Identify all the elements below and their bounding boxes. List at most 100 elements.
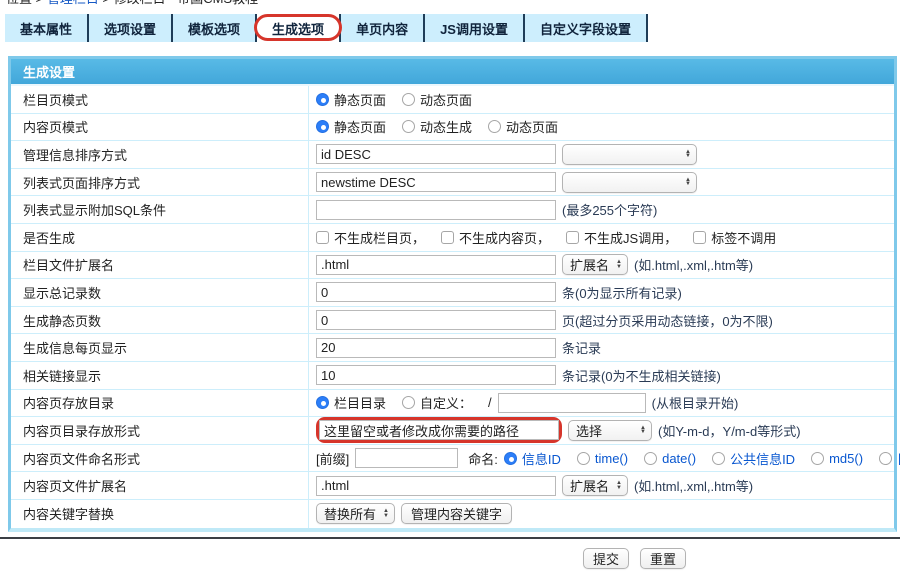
hint-text: (如Y-m-d，Y/m-d等形式) bbox=[658, 421, 801, 440]
select-arrows-icon: ▲▼ bbox=[383, 509, 389, 518]
generate-settings-panel: 生成设置 栏目页模式 静态页面 动态页面 内容页模式 静态页面 动态生成 动态页… bbox=[8, 56, 897, 532]
manage-keywords-button[interactable]: 管理内容关键字 bbox=[401, 503, 512, 524]
radio-dynamic-page[interactable]: 动态页面 bbox=[402, 90, 472, 109]
row-list-page-sort: 列表式页面排序方式 ▲▼ bbox=[11, 169, 894, 197]
keyword-replace-select[interactable]: 替换所有 ▲▼ bbox=[316, 503, 395, 524]
row-items-per-page: 生成信息每页显示 条记录 bbox=[11, 334, 894, 362]
radio-dynamic-generate[interactable]: 动态生成 bbox=[402, 117, 472, 136]
row-label: 显示总记录数 bbox=[11, 279, 309, 306]
tab-bar: 基本属性 选项设置 模板选项 生成选项 单页内容 JS调用设置 自定义字段设置 bbox=[5, 14, 648, 42]
radio-static-page[interactable]: 静态页面 bbox=[316, 90, 386, 109]
radio-public-info-id[interactable]: 公共信息ID bbox=[712, 449, 795, 468]
row-content-file-ext: 内容页文件扩展名 扩展名▲▼ (如.html,.xml,.htm等) bbox=[11, 472, 894, 500]
radio-on-icon[interactable] bbox=[316, 120, 329, 133]
content-ext-select[interactable]: 扩展名▲▼ bbox=[562, 475, 628, 496]
manage-sort-select[interactable]: ▲▼ bbox=[562, 144, 697, 165]
checkbox-icon[interactable] bbox=[441, 231, 454, 244]
radio-label: 自定义： bbox=[420, 393, 472, 412]
dir-format-input[interactable] bbox=[319, 420, 559, 440]
radio-on-icon[interactable] bbox=[316, 396, 329, 409]
radio-off-icon[interactable] bbox=[402, 93, 415, 106]
content-ext-input[interactable] bbox=[316, 476, 556, 496]
items-per-page-input[interactable] bbox=[316, 338, 556, 358]
column-ext-select[interactable]: 扩展名▲▼ bbox=[562, 254, 628, 275]
checkbox-no-js-call[interactable]: 不生成JS调用， bbox=[566, 228, 677, 247]
hint-text: 条记录(0为不生成相关链接) bbox=[562, 366, 721, 385]
radio-date[interactable]: date() bbox=[644, 451, 696, 466]
select-arrows-icon: ▲▼ bbox=[685, 178, 691, 187]
reset-button[interactable]: 重置 bbox=[640, 548, 686, 569]
row-static-pages: 生成静态页数 页(超过分页采用动态链接，0为不限) bbox=[11, 307, 894, 335]
radio-md5[interactable]: md5() bbox=[811, 451, 863, 466]
radio-off-icon[interactable] bbox=[402, 120, 415, 133]
radio-label: date() bbox=[662, 451, 696, 466]
radio-off-icon[interactable] bbox=[712, 452, 725, 465]
radio-label: 动态生成 bbox=[420, 117, 472, 136]
total-records-input[interactable] bbox=[316, 282, 556, 302]
checkbox-icon[interactable] bbox=[693, 231, 706, 244]
checkbox-tag-no-call[interactable]: 标签不调用 bbox=[693, 228, 776, 247]
radio-static-page[interactable]: 静态页面 bbox=[316, 117, 386, 136]
radio-off-icon[interactable] bbox=[577, 452, 590, 465]
tab-basic-attributes[interactable]: 基本属性 bbox=[5, 14, 89, 42]
row-label: 列表式页面排序方式 bbox=[11, 169, 309, 196]
checkbox-no-content-page[interactable]: 不生成内容页， bbox=[441, 228, 550, 247]
row-label: 生成静态页数 bbox=[11, 307, 309, 334]
submit-button[interactable]: 提交 bbox=[583, 548, 629, 569]
radio-custom-dir[interactable]: 自定义： bbox=[402, 393, 472, 412]
tab-custom-field-settings[interactable]: 自定义字段设置 bbox=[525, 14, 648, 42]
breadcrumb-link[interactable]: 管理栏目 bbox=[47, 0, 99, 6]
checkbox-no-column-page[interactable]: 不生成栏目页， bbox=[316, 228, 425, 247]
select-arrows-icon: ▲▼ bbox=[685, 150, 691, 159]
radio-column-dir[interactable]: 栏目目录 bbox=[316, 393, 386, 412]
dir-format-select[interactable]: 选择▲▼ bbox=[568, 420, 652, 441]
radio-off-icon[interactable] bbox=[879, 452, 892, 465]
row-label: 栏目文件扩展名 bbox=[11, 252, 309, 279]
tab-label: 生成选项 bbox=[272, 19, 324, 38]
radio-info-id[interactable]: 信息ID bbox=[504, 449, 561, 468]
tab-single-page-content[interactable]: 单页内容 bbox=[341, 14, 425, 42]
row-content-storage-dir: 内容页存放目录 栏目目录 自定义： / (从根目录开始) bbox=[11, 390, 894, 418]
radio-label: 静态页面 bbox=[334, 90, 386, 109]
tab-js-call-settings[interactable]: JS调用设置 bbox=[425, 14, 525, 42]
tab-option-settings[interactable]: 选项设置 bbox=[89, 14, 173, 42]
column-ext-input[interactable] bbox=[316, 255, 556, 275]
radio-directory[interactable]: 目录 bbox=[879, 449, 900, 468]
radio-off-icon[interactable] bbox=[811, 452, 824, 465]
row-content-page-mode: 内容页模式 静态页面 动态生成 动态页面 bbox=[11, 114, 894, 142]
custom-dir-input[interactable] bbox=[498, 393, 646, 413]
list-sort-select[interactable]: ▲▼ bbox=[562, 172, 697, 193]
tab-generate-options[interactable]: 生成选项 bbox=[257, 14, 341, 42]
form-actions: 提交 重置 bbox=[583, 548, 686, 569]
checkbox-label: 标签不调用 bbox=[711, 228, 776, 247]
hint-text: (最多255个字符) bbox=[562, 200, 657, 219]
row-label: 内容页文件命名形式 bbox=[11, 445, 309, 472]
radio-on-icon[interactable] bbox=[316, 93, 329, 106]
radio-off-icon[interactable] bbox=[488, 120, 501, 133]
radio-off-icon[interactable] bbox=[402, 396, 415, 409]
list-sort-input[interactable] bbox=[316, 172, 556, 192]
tab-template-options[interactable]: 模板选项 bbox=[173, 14, 257, 42]
checkbox-icon[interactable] bbox=[316, 231, 329, 244]
row-label: 内容页存放目录 bbox=[11, 390, 309, 417]
row-label: 内容页文件扩展名 bbox=[11, 472, 309, 499]
radio-time[interactable]: time() bbox=[577, 451, 628, 466]
row-label: 生成信息每页显示 bbox=[11, 334, 309, 361]
radio-on-icon[interactable] bbox=[504, 452, 517, 465]
row-content-dir-format: 内容页目录存放形式 选择▲▼ (如Y-m-d，Y/m-d等形式) bbox=[11, 417, 894, 445]
static-pages-input[interactable] bbox=[316, 310, 556, 330]
radio-dynamic-page[interactable]: 动态页面 bbox=[488, 117, 558, 136]
prefix-input[interactable] bbox=[355, 448, 458, 468]
select-value: 替换所有 bbox=[324, 504, 376, 523]
sql-condition-input[interactable] bbox=[316, 200, 556, 220]
hint-text: (从根目录开始) bbox=[652, 393, 739, 412]
divider-line bbox=[0, 537, 900, 539]
radio-label: 动态页面 bbox=[506, 117, 558, 136]
checkbox-icon[interactable] bbox=[566, 231, 579, 244]
related-links-input[interactable] bbox=[316, 365, 556, 385]
radio-off-icon[interactable] bbox=[644, 452, 657, 465]
manage-sort-input[interactable] bbox=[316, 144, 556, 164]
panel-title: 生成设置 bbox=[11, 59, 894, 86]
admin-page: 位置 > 管理栏目 > 修改栏目 - 帝国CMS教程 基本属性 选项设置 模板选… bbox=[0, 0, 900, 582]
row-content-file-naming: 内容页文件命名形式 [前缀] 命名: 信息ID time() date() 公共… bbox=[11, 445, 894, 473]
